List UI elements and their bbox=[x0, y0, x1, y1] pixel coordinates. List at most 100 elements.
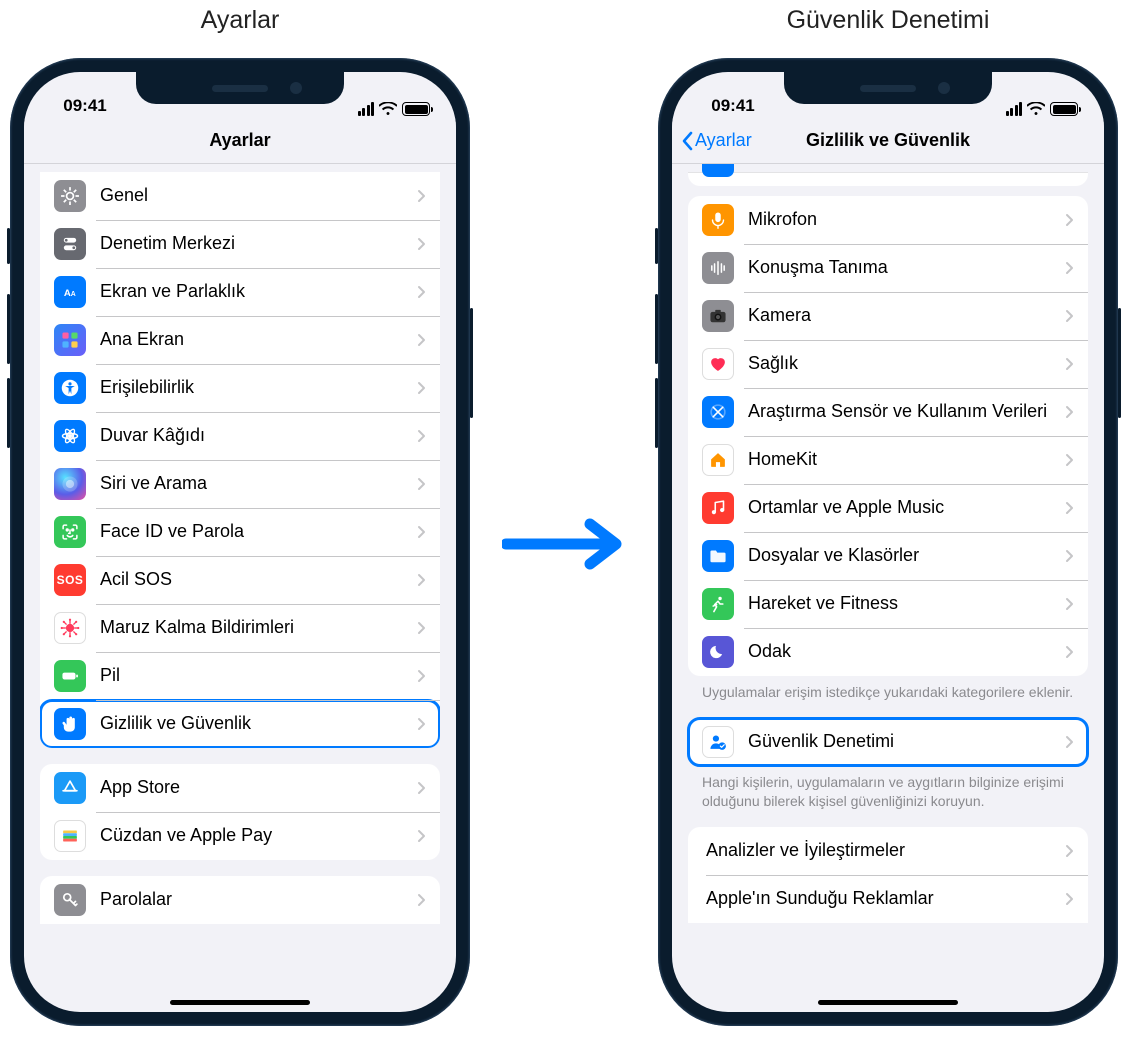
chevron-right-icon bbox=[417, 333, 426, 347]
settings-group: Mikrofon Konuşma Tanıma Kamera Sağlık Ar… bbox=[688, 196, 1088, 676]
row-label: Analizler ve İyileştirmeler bbox=[706, 840, 1065, 862]
wallet-icon bbox=[54, 820, 86, 852]
row-label: Acil SOS bbox=[100, 569, 417, 591]
chevron-right-icon bbox=[417, 237, 426, 251]
chevron-right-icon bbox=[417, 189, 426, 203]
chevron-right-icon bbox=[1065, 892, 1074, 906]
row-label: App Store bbox=[100, 777, 417, 799]
chevron-right-icon bbox=[417, 669, 426, 683]
settings-row-research[interactable]: Araştırma Sensör ve Kullanım Verileri bbox=[688, 388, 1088, 436]
row-label: Ana Ekran bbox=[100, 329, 417, 351]
chevron-right-icon bbox=[1065, 213, 1074, 227]
running-icon bbox=[702, 588, 734, 620]
home-indicator bbox=[818, 1000, 958, 1005]
gear-icon bbox=[54, 180, 86, 212]
chevron-right-icon bbox=[1065, 549, 1074, 563]
person-check-icon bbox=[702, 726, 734, 758]
settings-row-appstore[interactable]: App Store bbox=[40, 764, 440, 812]
moon-icon bbox=[702, 636, 734, 668]
chevron-right-icon bbox=[417, 717, 426, 731]
settings-row-focus[interactable]: Odak bbox=[688, 628, 1088, 676]
row-label: Hareket ve Fitness bbox=[748, 593, 1065, 615]
row-label: Cüzdan ve Apple Pay bbox=[100, 825, 417, 847]
chevron-right-icon bbox=[1065, 645, 1074, 659]
row-label: Kamera bbox=[748, 305, 1065, 327]
settings-row-health[interactable]: Sağlık bbox=[688, 340, 1088, 388]
settings-group: Genel Denetim Merkezi AA Ekran ve Parlak… bbox=[40, 172, 440, 748]
settings-row-speech[interactable]: Konuşma Tanıma bbox=[688, 244, 1088, 292]
settings-row-privacy[interactable]: Gizlilik ve Güvenlik bbox=[40, 700, 440, 748]
settings-row-exposure[interactable]: Maruz Kalma Bildirimleri bbox=[40, 604, 440, 652]
chevron-right-icon bbox=[417, 525, 426, 539]
row-label: Apple'ın Sunduğu Reklamlar bbox=[706, 888, 1065, 910]
settings-row-accessibility[interactable]: Erişilebilirlik bbox=[40, 364, 440, 412]
svg-text:A: A bbox=[64, 288, 71, 299]
nav-title: Ayarlar bbox=[209, 130, 270, 151]
settings-row-wallpaper[interactable]: Duvar Kâğıdı bbox=[40, 412, 440, 460]
chevron-right-icon bbox=[1065, 597, 1074, 611]
mic-icon bbox=[702, 204, 734, 236]
chevron-right-icon bbox=[417, 429, 426, 443]
folder-icon bbox=[702, 540, 734, 572]
row-label: Denetim Merkezi bbox=[100, 233, 417, 255]
settings-row-safety-check[interactable]: Güvenlik Denetimi bbox=[688, 718, 1088, 766]
row-label: Genel bbox=[100, 185, 417, 207]
settings-row-apple-ads[interactable]: Apple'ın Sunduğu Reklamlar bbox=[688, 875, 1088, 923]
settings-row-display[interactable]: AA Ekran ve Parlaklık bbox=[40, 268, 440, 316]
status-time: 09:41 bbox=[50, 96, 120, 116]
chevron-right-icon bbox=[417, 381, 426, 395]
music-icon bbox=[702, 492, 734, 524]
notch bbox=[784, 72, 992, 104]
nav-title: Gizlilik ve Güvenlik bbox=[806, 130, 970, 151]
settings-row-wallet[interactable]: Cüzdan ve Apple Pay bbox=[40, 812, 440, 860]
chevron-left-icon bbox=[680, 131, 694, 151]
battery-icon bbox=[402, 102, 430, 116]
settings-row-home-screen[interactable]: Ana Ekran bbox=[40, 316, 440, 364]
chevron-right-icon bbox=[417, 621, 426, 635]
settings-row-files[interactable]: Dosyalar ve Klasörler bbox=[688, 532, 1088, 580]
phone-mockup-right: 09:41 Ayarlar Gizlilik ve Güvenlik Mikro… bbox=[658, 58, 1118, 1026]
row-label: Konuşma Tanıma bbox=[748, 257, 1065, 279]
arrow-right-icon bbox=[496, 504, 636, 584]
chevron-right-icon bbox=[417, 893, 426, 907]
row-label: Erişilebilirlik bbox=[100, 377, 417, 399]
appstore-icon bbox=[54, 772, 86, 804]
apps-grid-icon bbox=[54, 324, 86, 356]
settings-row-general[interactable]: Genel bbox=[40, 172, 440, 220]
settings-row-analytics[interactable]: Analizler ve İyileştirmeler bbox=[688, 827, 1088, 875]
page-heading-left: Ayarlar bbox=[0, 6, 480, 35]
chevron-right-icon bbox=[1065, 357, 1074, 371]
page-heading-right: Güvenlik Denetimi bbox=[648, 6, 1128, 35]
row-label: Duvar Kâğıdı bbox=[100, 425, 417, 447]
settings-row-passwords[interactable]: Parolalar bbox=[40, 876, 440, 924]
settings-row-media[interactable]: Ortamlar ve Apple Music bbox=[688, 484, 1088, 532]
settings-row-camera[interactable]: Kamera bbox=[688, 292, 1088, 340]
settings-row-homekit[interactable]: HomeKit bbox=[688, 436, 1088, 484]
settings-row-motion[interactable]: Hareket ve Fitness bbox=[688, 580, 1088, 628]
section-footer: Uygulamalar erişim istedikçe yukarıdaki … bbox=[672, 676, 1104, 702]
nav-bar: Ayarlar bbox=[24, 118, 456, 164]
home-indicator bbox=[170, 1000, 310, 1005]
back-button[interactable]: Ayarlar bbox=[680, 130, 752, 151]
row-label: Siri ve Arama bbox=[100, 473, 417, 495]
settings-row-control-center[interactable]: Denetim Merkezi bbox=[40, 220, 440, 268]
settings-row-faceid[interactable]: Face ID ve Parola bbox=[40, 508, 440, 556]
cellular-signal-icon bbox=[358, 102, 375, 116]
home-icon bbox=[702, 444, 734, 476]
sos-icon: SOS bbox=[54, 564, 86, 596]
siri-icon bbox=[54, 468, 86, 500]
settings-row-battery[interactable]: Pil bbox=[40, 652, 440, 700]
row-label: Güvenlik Denetimi bbox=[748, 731, 1065, 753]
row-label: Ortamlar ve Apple Music bbox=[748, 497, 1065, 519]
settings-row-sos[interactable]: SOS Acil SOS bbox=[40, 556, 440, 604]
row-label: Dosyalar ve Klasörler bbox=[748, 545, 1065, 567]
settings-row-microphone[interactable]: Mikrofon bbox=[688, 196, 1088, 244]
row-label: HomeKit bbox=[748, 449, 1065, 471]
chevron-right-icon bbox=[1065, 501, 1074, 515]
chevron-right-icon bbox=[417, 573, 426, 587]
battery-icon bbox=[1050, 102, 1078, 116]
settings-row-siri[interactable]: Siri ve Arama bbox=[40, 460, 440, 508]
row-label: Parolalar bbox=[100, 889, 417, 911]
chevron-right-icon bbox=[417, 285, 426, 299]
chevron-right-icon bbox=[1065, 844, 1074, 858]
